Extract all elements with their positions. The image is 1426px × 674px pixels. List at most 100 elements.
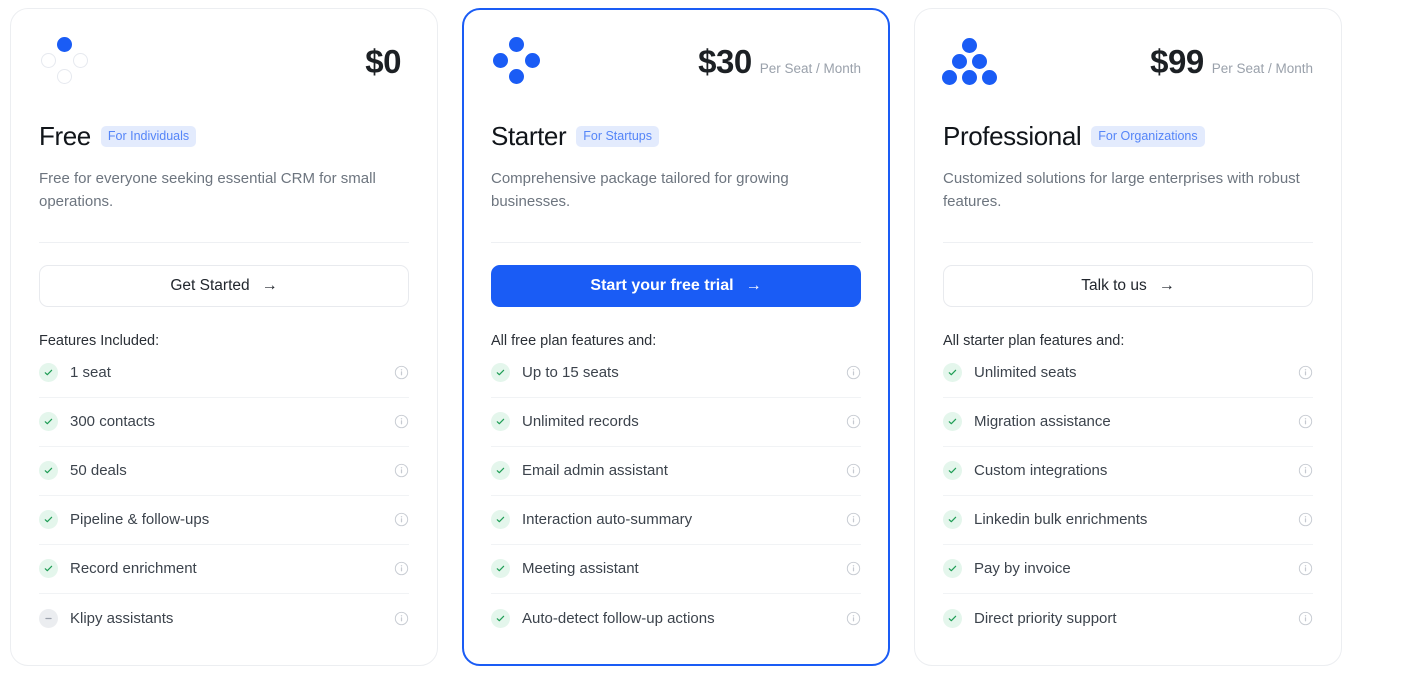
section-divider [943,241,1313,243]
feature-row: 1 seat [39,349,409,398]
plan-description: Comprehensive package tailored for growi… [491,170,789,210]
feature-row: 50 deals [39,447,409,496]
feature-list: Unlimited seats Migration assistance Cus… [943,349,1313,643]
features-heading: All starter plan features and: [943,332,1125,349]
feature-label: Record enrichment [70,560,197,578]
feature-row: 300 contacts [39,398,409,447]
check-icon [491,559,510,579]
price-amount: $0 [365,43,401,80]
section-divider [491,241,861,243]
feature-label: Auto-detect follow-up actions [522,609,715,627]
info-icon[interactable] [1298,365,1313,380]
features-heading: Features Included: [39,332,160,349]
plan-card-free: $0 Free For Individuals Free for everyon… [10,8,438,666]
info-icon[interactable] [1298,561,1313,576]
cta-label: Get Started [170,276,250,294]
plan-audience-badge: For Individuals [100,126,197,147]
info-icon[interactable] [846,611,861,626]
plan-title: Starter [491,121,567,151]
card-header: $0 [39,37,409,99]
info-icon[interactable] [394,561,409,576]
feature-row: Meeting assistant [491,545,861,594]
cta-label: Start your free trial [590,276,734,294]
check-icon [39,412,58,432]
feature-label: Direct priority support [974,609,1117,627]
check-icon [39,363,58,383]
plan-description: Free for everyone seeking essential CRM … [39,170,376,210]
feature-row: Record enrichment [39,545,409,594]
feature-row: Auto-detect follow-up actions [491,594,861,643]
info-icon[interactable] [846,414,861,429]
info-icon[interactable] [846,512,861,527]
feature-row: Pipeline & follow-ups [39,496,409,545]
feature-row: Custom integrations [943,447,1313,496]
feature-row: Direct priority support [943,594,1313,643]
plan-audience-badge: For Startups [576,126,660,147]
feature-list: Up to 15 seats Unlimited records Email a… [491,349,861,643]
check-icon [943,363,962,383]
feature-label: Pipeline & follow-ups [70,511,210,529]
info-icon[interactable] [1298,463,1313,478]
feature-row: Linkedin bulk enrichments [943,496,1313,545]
check-icon [943,608,962,628]
check-icon [491,412,510,432]
check-icon [491,461,510,481]
check-icon [491,363,510,383]
feature-label: Email admin assistant [522,462,668,480]
check-icon [39,461,58,481]
info-icon[interactable] [394,463,409,478]
feature-label: Migration assistance [974,413,1111,431]
feature-label: Unlimited seats [974,364,1077,382]
info-icon[interactable] [394,365,409,380]
start-free-trial-button[interactable]: Start your free trial → [491,264,861,307]
info-icon[interactable] [1298,414,1313,429]
features-heading: All free plan features and: [491,332,657,349]
info-icon[interactable] [394,512,409,527]
talk-to-us-button[interactable]: Talk to us → [943,264,1313,307]
info-icon[interactable] [394,611,409,626]
check-icon [943,559,962,579]
four-dot-diamond-outline-icon [39,37,99,89]
info-icon[interactable] [846,561,861,576]
price-period: Per Seat / Month [759,61,861,76]
price-amount: $99 [1150,43,1204,80]
check-icon [491,608,510,628]
check-icon [39,510,58,530]
info-icon[interactable] [846,463,861,478]
plan-name-row: Starter For Startups [491,121,861,152]
feature-label: Meeting assistant [522,560,639,578]
feature-row: Migration assistance [943,398,1313,447]
feature-label: Up to 15 seats [522,364,619,382]
minus-icon [39,608,58,628]
check-icon [491,510,510,530]
feature-row: Pay by invoice [943,545,1313,594]
info-icon[interactable] [1298,611,1313,626]
feature-list: 1 seat 300 contacts 50 deals Pipeline & … [39,349,409,643]
section-divider [39,241,409,243]
get-started-button[interactable]: Get Started → [39,264,409,307]
info-icon[interactable] [394,414,409,429]
feature-label: Unlimited records [522,413,639,431]
price-block: $0 [365,37,409,81]
feature-label: 300 contacts [70,413,156,431]
plan-description: Customized solutions for large enterpris… [943,170,1300,210]
feature-row: Unlimited seats [943,349,1313,398]
info-icon[interactable] [1298,512,1313,527]
feature-label: Interaction auto-summary [522,511,693,529]
card-header: $30 Per Seat / Month [491,37,861,99]
info-icon[interactable] [846,365,861,380]
pricing-plans-grid: $0 Free For Individuals Free for everyon… [0,0,1426,674]
plan-name-row: Professional For Organizations [943,121,1313,152]
arrow-right-icon: → [745,276,762,294]
price-block: $99 Per Seat / Month [1150,37,1313,81]
plan-audience-badge: For Organizations [1091,126,1205,147]
card-header: $99 Per Seat / Month [942,37,1313,99]
price-block: $30 Per Seat / Month [698,37,861,81]
check-icon [943,510,962,530]
plan-title: Professional [943,121,1082,151]
price-period: Per Seat / Month [1211,61,1313,76]
arrow-right-icon: → [1158,276,1175,294]
feature-label: Custom integrations [974,462,1108,480]
plan-title: Free [39,121,91,151]
price-amount: $30 [698,43,752,80]
